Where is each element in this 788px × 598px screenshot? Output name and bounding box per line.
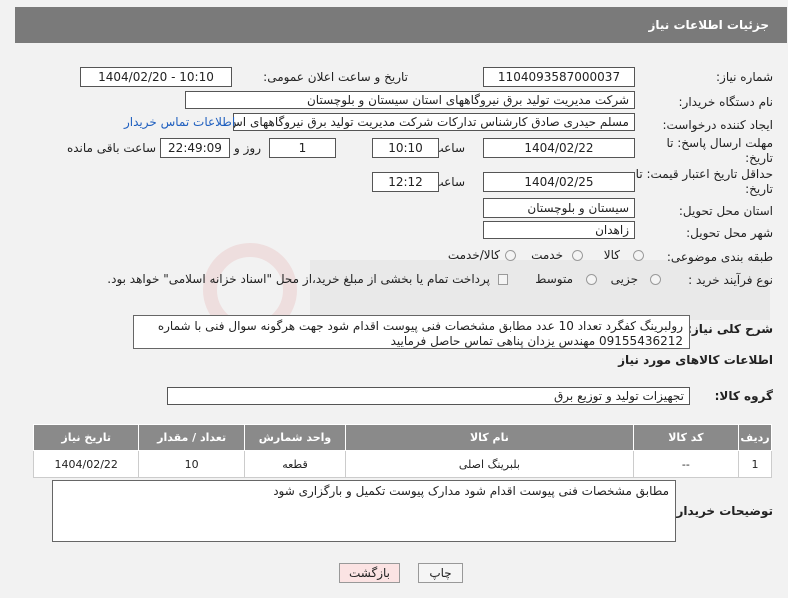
goods-group-field: تجهیزات تولید و توزیع برق: [167, 387, 690, 405]
province-field: سیستان و بلوچستان: [483, 198, 635, 218]
table-row: 1 -- بلبرینگ اصلی قطعه 10 1404/02/22: [32, 450, 772, 478]
deadline-date-field: 1404/02/22: [483, 138, 635, 158]
col-header-item-code: کد کالا: [632, 424, 740, 451]
remaining-time-field: 22:49:09: [160, 138, 230, 158]
category-option-goods-service: کالا/خدمت: [447, 248, 500, 262]
need-number-field: 1104093587000037: [483, 67, 635, 87]
city-field: زاهدان: [483, 221, 635, 239]
category-label: طبقه بندی موضوعی:: [666, 250, 773, 264]
cell-unit: قطعه: [243, 450, 347, 478]
back-button[interactable]: بازگشت: [339, 563, 400, 583]
treasury-checkbox[interactable]: [498, 274, 508, 285]
goods-info-title: اطلاعات کالاهای مورد نیاز: [618, 353, 773, 367]
col-header-row-number: ردیف: [738, 424, 772, 451]
remaining-label: ساعت باقی مانده: [66, 141, 156, 155]
buyer-notes-label: توضیحات خریدار:: [671, 504, 773, 518]
process-label: نوع فرآیند خرید :: [688, 273, 773, 287]
treasury-checkbox-label: پرداخت تمام یا بخشی از مبلغ خرید،از محل …: [107, 272, 490, 286]
process-radio-medium[interactable]: [586, 274, 597, 285]
print-button[interactable]: چاپ: [418, 563, 463, 583]
buyer-notes-textarea[interactable]: مطابق مشخصات فنی پیوست اقدام شود مدارک پ…: [52, 480, 676, 542]
cell-row-number: 1: [738, 450, 772, 478]
process-option-medium: متوسط: [535, 272, 573, 286]
deadline-label: مهلت ارسال پاسخ: تا تاریخ:: [666, 136, 773, 165]
cell-item-code: --: [632, 450, 740, 478]
province-label: استان محل تحویل:: [678, 204, 773, 218]
goods-group-label: گروه کالا:: [714, 389, 773, 403]
price-validity-time-field: 12:12: [372, 172, 439, 192]
goods-table-header-row: ردیف کد کالا نام کالا واحد شمارش تعداد /…: [32, 424, 772, 451]
summary-textarea[interactable]: رولبرینگ کفگرد تعداد 10 عدد مطابق مشخصات…: [133, 315, 690, 349]
category-option-goods: کالا: [603, 248, 620, 262]
need-number-label: شماره نیاز:: [716, 70, 773, 84]
price-validity-label: حداقل تاریخ اعتبار قیمت: تا تاریخ:: [635, 167, 773, 196]
announce-label: تاریخ و ساعت اعلان عمومی:: [263, 70, 408, 84]
col-header-quantity: تعداد / مقدار: [138, 424, 245, 451]
category-option-service: خدمت: [531, 248, 563, 262]
city-label: شهر محل تحویل:: [686, 226, 773, 240]
category-radio-goods-service[interactable]: [505, 250, 516, 261]
col-header-unit: واحد شمارش: [243, 424, 347, 451]
category-radio-goods[interactable]: [633, 250, 644, 261]
announce-field: 1404/02/20 - 10:10: [80, 67, 232, 87]
cell-need-date: 1404/02/22: [32, 450, 140, 478]
price-validity-date-field: 1404/02/25: [483, 172, 635, 192]
buyer-org-field: شرکت مدیریت تولید برق نیروگاههای استان س…: [185, 91, 635, 109]
deadline-time-field: 10:10: [372, 138, 439, 158]
buyer-org-label: نام دستگاه خریدار:: [678, 95, 774, 109]
cell-quantity: 10: [138, 450, 245, 478]
days-label: روز و: [234, 141, 261, 155]
need-details-page: جزئیات اطلاعات نیاز شماره نیاز: 11040935…: [0, 0, 788, 598]
creator-label: ایجاد کننده درخواست:: [662, 118, 773, 132]
process-option-minor: جزیی: [610, 272, 638, 286]
goods-table: ردیف کد کالا نام کالا واحد شمارش تعداد /…: [32, 424, 772, 478]
process-radio-minor[interactable]: [650, 274, 661, 285]
creator-field: مسلم حیدری صادق کارشناس تدارکات شرکت مدی…: [233, 113, 635, 131]
cell-item-name: بلبرینگ اصلی: [345, 450, 634, 478]
col-header-need-date: تاریخ نیاز: [32, 424, 140, 451]
deadline-days-field: 1: [269, 138, 336, 158]
summary-label: شرح کلی نیاز:: [687, 322, 773, 336]
page-header: جزئیات اطلاعات نیاز: [15, 7, 787, 43]
page-title: جزئیات اطلاعات نیاز: [648, 18, 769, 32]
category-radio-service[interactable]: [572, 250, 583, 261]
buyer-contact-link[interactable]: اطلاعات تماس خریدار: [124, 115, 235, 129]
col-header-item-name: نام کالا: [345, 424, 634, 451]
